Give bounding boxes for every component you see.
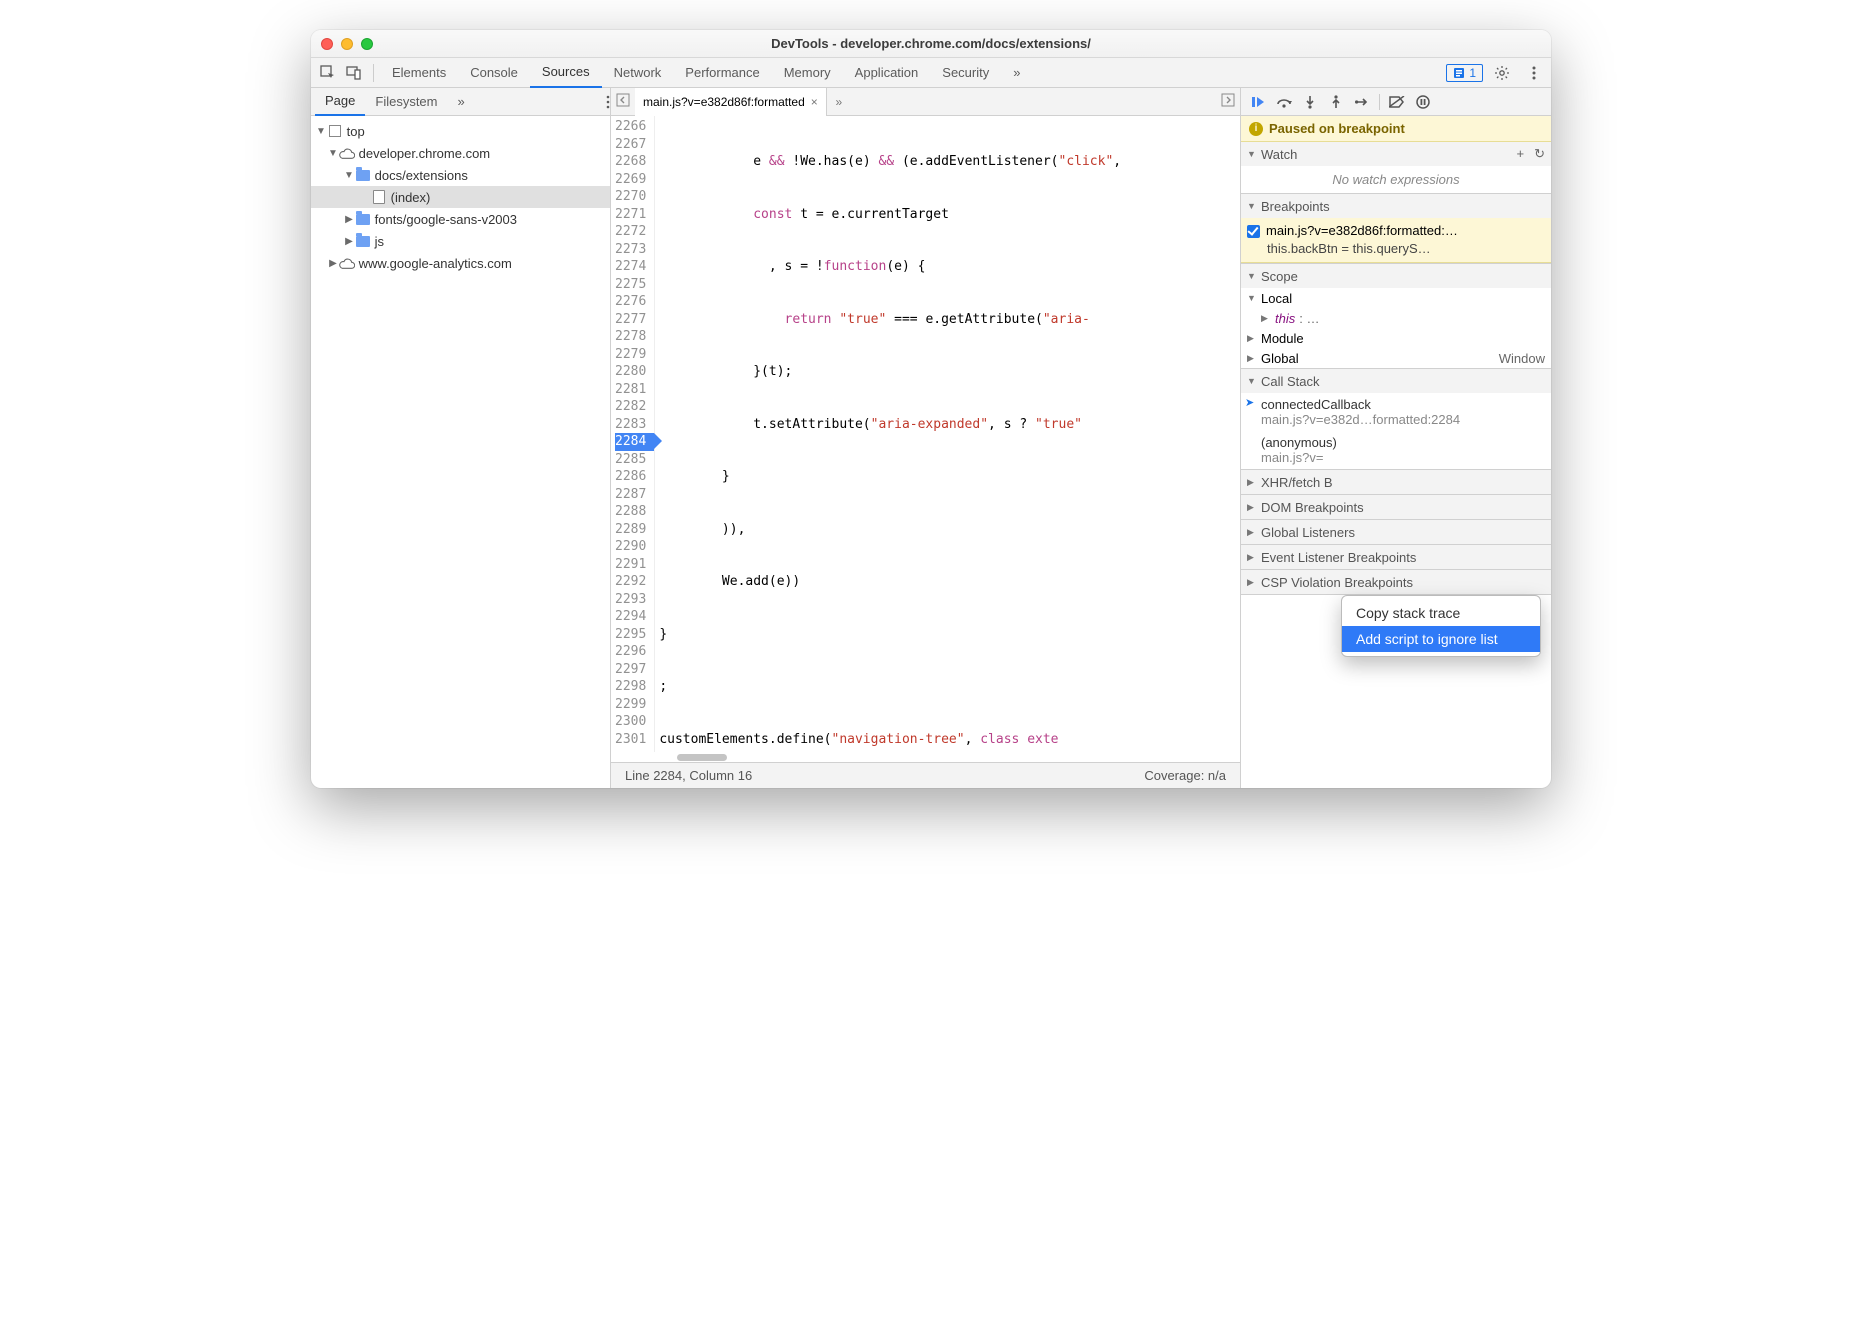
tab-security[interactable]: Security: [930, 58, 1001, 88]
horizontal-scrollbar[interactable]: [611, 752, 1240, 762]
info-icon: i: [1249, 122, 1263, 136]
gutter-breakpoint-marker: 2284: [615, 433, 654, 451]
tree-origin-ga[interactable]: ▶ www.google-analytics.com: [311, 252, 610, 274]
breakpoints-header[interactable]: ▼Breakpoints: [1241, 194, 1551, 218]
step-icon[interactable]: [1353, 93, 1371, 111]
tab-performance[interactable]: Performance: [673, 58, 771, 88]
deactivate-breakpoints-icon[interactable]: [1388, 93, 1406, 111]
step-out-icon[interactable]: [1327, 93, 1345, 111]
cursor-position: Line 2284, Column 16: [625, 768, 752, 783]
callstack-header[interactable]: ▼Call Stack: [1241, 369, 1551, 393]
debugger-panel: i Paused on breakpoint ▼Watch +↻ No watc…: [1241, 88, 1551, 788]
paused-reason: Paused on breakpoint: [1269, 121, 1405, 136]
code-editor[interactable]: 2266226722682269227022712272227322742275…: [611, 116, 1240, 752]
global-listeners-section: ▶Global Listeners: [1241, 520, 1551, 545]
context-menu-copy-stack[interactable]: Copy stack trace: [1342, 600, 1540, 626]
tab-elements[interactable]: Elements: [380, 58, 458, 88]
step-over-icon[interactable]: [1275, 93, 1293, 111]
editor-panel: main.js?v=e382d86f:formatted × » 2266226…: [611, 88, 1241, 788]
scope-local[interactable]: ▼Local: [1241, 288, 1551, 308]
breakpoint-item[interactable]: main.js?v=e382d86f:formatted:… this.back…: [1241, 218, 1551, 263]
main-toolbar: Elements Console Sources Network Perform…: [311, 58, 1551, 88]
tab-console[interactable]: Console: [458, 58, 530, 88]
scope-header[interactable]: ▼Scope: [1241, 264, 1551, 288]
watch-empty-text: No watch expressions: [1241, 166, 1551, 193]
pause-on-exceptions-icon[interactable]: [1414, 93, 1432, 111]
navigator-tabs: Page Filesystem »: [311, 88, 610, 116]
scope-module[interactable]: ▶Module: [1241, 328, 1551, 348]
navigator-panel: Page Filesystem » ▼ top ▼ developer.chro…: [311, 88, 611, 788]
panel-tabs: Elements Console Sources Network Perform…: [380, 58, 1446, 88]
titlebar: DevTools - developer.chrome.com/docs/ext…: [311, 30, 1551, 58]
line-gutter: 2266226722682269227022712272227322742275…: [611, 116, 655, 752]
tab-application[interactable]: Application: [843, 58, 931, 88]
scope-global[interactable]: ▶GlobalWindow: [1241, 348, 1551, 368]
add-watch-icon[interactable]: +: [1517, 146, 1525, 162]
scope-section: ▼Scope ▼Local ▶this: … ▶Module ▶GlobalWi…: [1241, 264, 1551, 369]
code-area[interactable]: e && !We.has(e) && (e.addEventListener("…: [655, 116, 1240, 752]
settings-icon[interactable]: [1489, 60, 1515, 86]
scope-this[interactable]: ▶this: …: [1241, 308, 1551, 328]
callstack-section: ▼Call Stack connectedCallback main.js?v=…: [1241, 369, 1551, 470]
breakpoints-section: ▼Breakpoints main.js?v=e382d86f:formatte…: [1241, 194, 1551, 264]
file-tree: ▼ top ▼ developer.chrome.com ▼ docs/exte…: [311, 116, 610, 788]
tree-folder-fonts[interactable]: ▶ fonts/google-sans-v2003: [311, 208, 610, 230]
tab-memory[interactable]: Memory: [772, 58, 843, 88]
breakpoint-location: main.js?v=e382d86f:formatted:…: [1266, 222, 1458, 240]
close-tab-icon[interactable]: ×: [811, 95, 818, 109]
issues-badge[interactable]: 1: [1446, 64, 1483, 82]
paused-banner: i Paused on breakpoint: [1241, 116, 1551, 142]
coverage-status: Coverage: n/a: [1144, 768, 1226, 783]
sources-layout: Page Filesystem » ▼ top ▼ developer.chro…: [311, 88, 1551, 788]
callstack-frame-0[interactable]: connectedCallback main.js?v=e382d…format…: [1241, 393, 1551, 431]
navigator-tab-page[interactable]: Page: [315, 88, 365, 116]
xhr-breakpoints-section: ▶XHR/fetch B: [1241, 470, 1551, 495]
tree-origin-developer[interactable]: ▼ developer.chrome.com: [311, 142, 610, 164]
csp-breakpoints-section: ▶CSP Violation Breakpoints: [1241, 570, 1551, 595]
navigator-tab-overflow-icon[interactable]: »: [448, 88, 475, 116]
breakpoint-checkbox[interactable]: [1247, 225, 1260, 238]
device-toolbar-icon[interactable]: [341, 60, 367, 86]
watch-header[interactable]: ▼Watch +↻: [1241, 142, 1551, 166]
editor-nav-forward-icon[interactable]: [1216, 93, 1240, 110]
watch-section: ▼Watch +↻ No watch expressions: [1241, 142, 1551, 194]
breakpoint-preview: this.backBtn = this.queryS…: [1247, 240, 1545, 258]
resume-button-icon[interactable]: [1249, 93, 1267, 111]
editor-nav-back-icon[interactable]: [611, 93, 635, 110]
event-listener-breakpoints-section: ▶Event Listener Breakpoints: [1241, 545, 1551, 570]
window-title: DevTools - developer.chrome.com/docs/ext…: [311, 36, 1551, 51]
issues-count: 1: [1469, 66, 1476, 80]
editor-file-name: main.js?v=e382d86f:formatted: [643, 95, 805, 109]
editor-status-bar: Line 2284, Column 16 Coverage: n/a: [611, 762, 1240, 788]
refresh-watch-icon[interactable]: ↻: [1534, 146, 1545, 162]
tab-network[interactable]: Network: [602, 58, 674, 88]
tree-folder-js[interactable]: ▶ js: [311, 230, 610, 252]
editor-tabs: main.js?v=e382d86f:formatted × »: [611, 88, 1240, 116]
tree-folder-docs[interactable]: ▼ docs/extensions: [311, 164, 610, 186]
editor-tab-overflow-icon[interactable]: »: [827, 95, 851, 109]
navigator-menu-icon[interactable]: [606, 95, 610, 109]
inspect-element-icon[interactable]: [315, 60, 341, 86]
devtools-window: DevTools - developer.chrome.com/docs/ext…: [311, 30, 1551, 788]
debugger-toolbar: [1241, 88, 1551, 116]
context-menu: Copy stack trace Add script to ignore li…: [1341, 595, 1541, 657]
dom-breakpoints-section: ▶DOM Breakpoints: [1241, 495, 1551, 520]
tree-file-index[interactable]: (index): [311, 186, 610, 208]
kebab-menu-icon[interactable]: [1521, 60, 1547, 86]
step-into-icon[interactable]: [1301, 93, 1319, 111]
editor-file-tab[interactable]: main.js?v=e382d86f:formatted ×: [635, 88, 827, 116]
context-menu-ignore-list[interactable]: Add script to ignore list: [1342, 626, 1540, 652]
tab-sources[interactable]: Sources: [530, 58, 602, 88]
navigator-tab-filesystem[interactable]: Filesystem: [365, 88, 447, 116]
tab-overflow-icon[interactable]: »: [1001, 58, 1032, 88]
callstack-frame-1[interactable]: (anonymous) main.js?v=: [1241, 431, 1551, 469]
tree-top[interactable]: ▼ top: [311, 120, 610, 142]
